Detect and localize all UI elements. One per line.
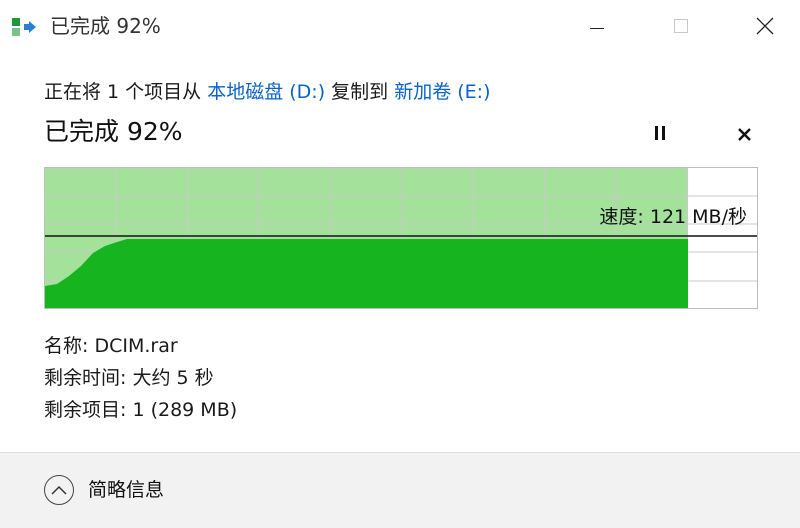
title-bar: 已完成 92% bbox=[0, 0, 800, 52]
copy-middle: 复制到 bbox=[325, 81, 395, 103]
file-name-value: DCIM.rar bbox=[94, 335, 178, 357]
chevron-up-icon bbox=[44, 475, 74, 505]
fewer-details-toggle[interactable]: 简略信息 bbox=[44, 475, 164, 505]
time-remaining-label: 剩余时间: bbox=[44, 367, 133, 389]
minimize-button[interactable] bbox=[574, 0, 620, 52]
items-remaining-row: 剩余项目: 1 (289 MB) bbox=[44, 396, 237, 424]
progress-title: 已完成 92% bbox=[44, 117, 183, 146]
window-title: 已完成 92% bbox=[50, 14, 161, 38]
time-remaining-value: 大约 5 秒 bbox=[132, 367, 214, 389]
file-name-row: 名称: DCIM.rar bbox=[44, 332, 178, 360]
items-remaining-value: 1 (289 MB) bbox=[132, 399, 238, 421]
minimize-icon bbox=[590, 27, 604, 29]
fewer-details-label: 简略信息 bbox=[88, 479, 165, 501]
copy-description: 正在将 1 个项目从 本地磁盘 (D:) 复制到 新加卷 (E:) bbox=[44, 78, 491, 106]
stop-button[interactable] bbox=[730, 120, 758, 148]
speed-label: 速度: 121 MB/秒 bbox=[599, 206, 747, 228]
speed-graph-canvas bbox=[45, 168, 757, 308]
pause-button[interactable] bbox=[646, 120, 674, 148]
items-remaining-label: 剩余项目: bbox=[44, 399, 133, 421]
file-name-label: 名称: bbox=[44, 335, 95, 357]
time-remaining-row: 剩余时间: 大约 5 秒 bbox=[44, 364, 214, 392]
close-icon bbox=[737, 127, 751, 141]
speed-area bbox=[45, 239, 688, 308]
copy-prefix: 正在将 1 个项目从 bbox=[44, 81, 208, 103]
pause-icon bbox=[653, 125, 667, 144]
speed-graph: 速度: 121 MB/秒 bbox=[44, 167, 758, 309]
maximize-icon bbox=[674, 19, 688, 33]
close-icon bbox=[756, 17, 774, 35]
maximize-button bbox=[658, 0, 704, 52]
source-link[interactable]: 本地磁盘 (D:) bbox=[207, 81, 325, 103]
copy-arrow-icon bbox=[12, 16, 36, 38]
close-window-button[interactable] bbox=[742, 0, 788, 52]
destination-link[interactable]: 新加卷 (E:) bbox=[394, 81, 490, 103]
